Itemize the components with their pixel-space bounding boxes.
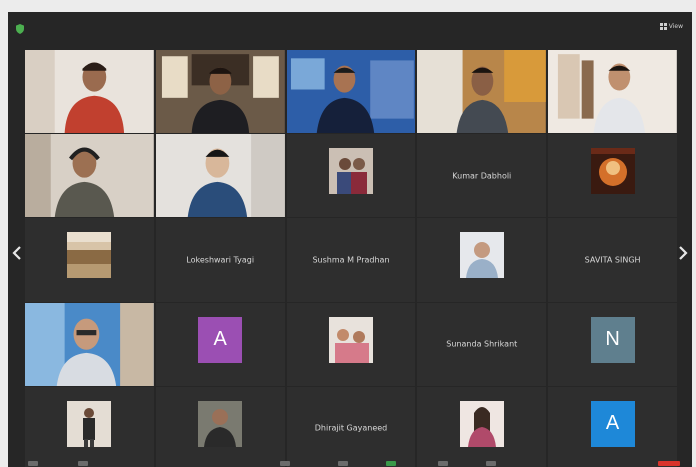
participant-tile[interactable]: N	[548, 302, 677, 386]
participant-tile[interactable]	[25, 50, 154, 134]
chevron-right-icon	[679, 246, 688, 260]
profile-picture	[67, 400, 112, 447]
participant-tile[interactable]: Sunanda Shrikant	[417, 302, 547, 386]
participant-display-name: Lokeshwari Tyagi	[186, 255, 255, 265]
top-bar: View	[8, 12, 692, 42]
participant-tile[interactable]: Dhirajit Gayaneed	[286, 386, 416, 467]
meeting-window: View Kumar Dabholi Lokeshwari Tyagi Sush…	[8, 12, 692, 467]
reactions-button[interactable]	[486, 461, 496, 466]
participant-tile[interactable]	[25, 218, 154, 302]
shield-icon[interactable]	[14, 20, 26, 34]
leave-button[interactable]	[658, 461, 680, 466]
participant-tile[interactable]	[25, 134, 154, 218]
participants-button[interactable]	[280, 461, 290, 466]
participant-tile[interactable]: Sushma M Pradhan	[286, 218, 416, 302]
participant-tile[interactable]	[417, 386, 547, 467]
participant-video	[155, 134, 285, 218]
profile-picture	[590, 148, 635, 195]
view-button[interactable]: View	[657, 19, 686, 33]
participant-tile[interactable]: A	[548, 386, 677, 467]
participant-tile[interactable]: Lokeshwari Tyagi	[155, 218, 285, 302]
participant-tile[interactable]: Kumar Dabholi	[417, 134, 547, 218]
profile-picture	[459, 232, 504, 279]
participant-tile[interactable]: SAVITA SINGH	[548, 218, 677, 302]
previous-page-button[interactable]	[10, 242, 24, 264]
participant-tile[interactable]	[155, 50, 285, 134]
participant-display-name: Sunanda Shrikant	[446, 339, 518, 349]
participant-tile[interactable]	[548, 50, 677, 134]
profile-picture	[459, 400, 504, 447]
participant-video	[548, 50, 677, 134]
profile-picture	[328, 148, 373, 195]
participant-video	[25, 50, 154, 134]
participant-tile[interactable]: A	[155, 302, 285, 386]
participant-gallery: Kumar Dabholi Lokeshwari Tyagi Sushma M …	[25, 50, 677, 467]
participant-tile[interactable]	[25, 386, 154, 467]
grid-icon	[659, 22, 667, 30]
participant-tile[interactable]	[548, 134, 677, 218]
participant-video	[417, 50, 547, 134]
meeting-controls-bar	[8, 457, 692, 467]
participant-video	[286, 50, 416, 134]
record-button[interactable]	[438, 461, 448, 466]
participant-tile[interactable]	[286, 302, 416, 386]
chat-button[interactable]	[338, 461, 348, 466]
participant-display-name: Kumar Dabholi	[452, 171, 512, 181]
view-label: View	[668, 22, 683, 30]
participant-tile[interactable]	[417, 218, 547, 302]
participant-display-name: Sushma M Pradhan	[312, 255, 390, 265]
mute-button[interactable]	[28, 461, 38, 466]
profile-picture	[198, 400, 243, 447]
participant-display-name: Dhirajit Gayaneed	[314, 423, 388, 433]
participant-display-name: SAVITA SINGH	[584, 255, 641, 265]
participant-video	[25, 302, 154, 386]
share-screen-button[interactable]	[386, 461, 396, 466]
chevron-left-icon	[12, 246, 21, 260]
avatar: A	[198, 316, 243, 363]
profile-picture	[328, 316, 373, 363]
participant-tile[interactable]	[286, 50, 416, 134]
video-button[interactable]	[78, 461, 88, 466]
avatar: A	[590, 400, 635, 447]
participant-tile[interactable]	[155, 134, 285, 218]
next-page-button[interactable]	[676, 242, 690, 264]
participant-tile[interactable]	[155, 386, 285, 467]
participant-tile[interactable]	[286, 134, 416, 218]
participant-tile[interactable]	[417, 50, 547, 134]
participant-video	[155, 50, 285, 134]
participant-tile[interactable]	[25, 302, 154, 386]
avatar: N	[590, 316, 635, 363]
profile-picture	[67, 232, 112, 279]
participant-video	[25, 134, 154, 218]
